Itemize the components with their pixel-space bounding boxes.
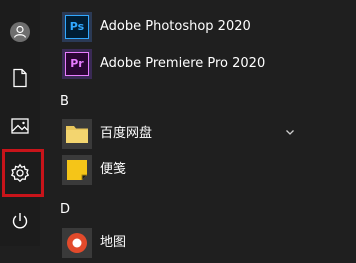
document-icon — [13, 68, 27, 88]
premiere-icon: Pr — [62, 49, 92, 79]
power-icon — [12, 213, 28, 229]
maps-icon — [62, 228, 92, 258]
sticky-notes-icon — [62, 155, 92, 185]
pictures-icon — [11, 118, 29, 134]
app-item-maps[interactable]: 地图 — [40, 223, 356, 263]
app-item-photoshop[interactable]: Ps Adobe Photoshop 2020 — [40, 7, 356, 47]
app-label-maps: 地图 — [100, 235, 127, 250]
app-label-premiere: Adobe Premiere Pro 2020 — [100, 56, 266, 71]
documents-button[interactable] — [0, 58, 40, 98]
power-button[interactable] — [0, 201, 40, 241]
app-item-sticky-notes[interactable]: 便笺 — [40, 150, 356, 190]
app-label-sticky-notes: 便笺 — [100, 162, 127, 177]
pictures-button[interactable] — [0, 106, 40, 146]
settings-highlight-box — [2, 149, 44, 197]
start-menu-rail — [0, 0, 40, 246]
app-item-premiere[interactable]: Pr Adobe Premiere Pro 2020 — [40, 44, 356, 84]
app-label-baidu-netdisk: 百度网盘 — [100, 126, 153, 141]
user-icon — [10, 22, 30, 42]
photoshop-icon: Ps — [62, 12, 92, 42]
app-label-photoshop: Adobe Photoshop 2020 — [100, 19, 251, 34]
premiere-badge: Pr — [65, 52, 89, 76]
chevron-down-icon[interactable] — [284, 126, 296, 138]
section-header-d[interactable]: D — [60, 202, 70, 217]
user-account-button[interactable] — [0, 12, 40, 52]
folder-icon — [62, 119, 92, 149]
app-item-baidu-netdisk[interactable]: 百度网盘 — [40, 114, 356, 154]
section-header-b[interactable]: B — [60, 94, 69, 109]
photoshop-badge: Ps — [65, 15, 89, 39]
